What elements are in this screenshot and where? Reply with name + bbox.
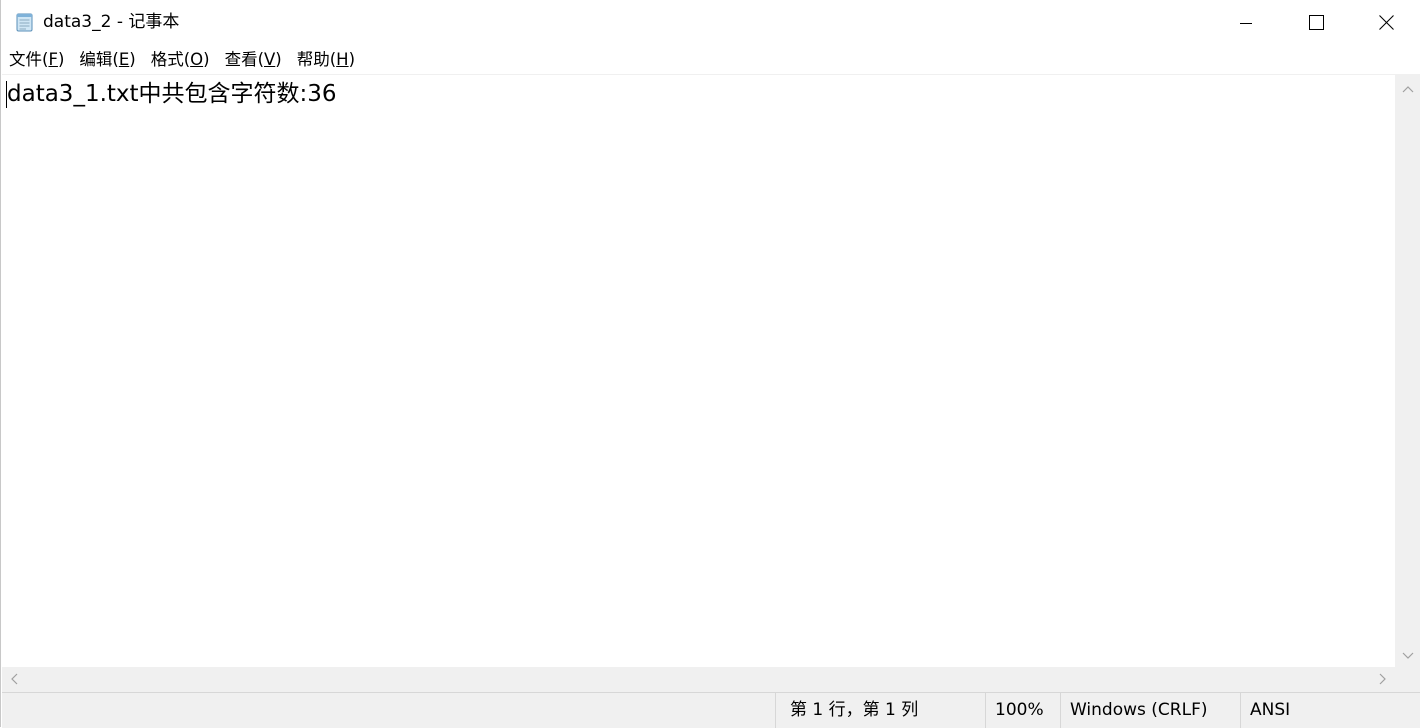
minimize-icon [1240, 17, 1252, 29]
editor-text-line[interactable]: data3_1.txt中共包含字符数:36 [7, 79, 337, 109]
scroll-down-button[interactable] [1395, 641, 1420, 667]
minimize-button[interactable] [1211, 0, 1281, 45]
window-title: data3_2 - 记事本 [43, 12, 180, 32]
menu-view[interactable]: 查看(V) [217, 46, 289, 74]
horizontal-scrollbar[interactable] [2, 667, 1395, 692]
close-button[interactable] [1351, 0, 1420, 45]
scroll-up-arrow-icon [1402, 78, 1414, 97]
menu-bar: 文件(F) 编辑(E) 格式(O) 查看(V) 帮助(H) [1, 45, 1420, 74]
vertical-scrollbar[interactable] [1395, 74, 1420, 667]
menu-file[interactable]: 文件(F) [1, 46, 71, 74]
cursor-position: 第 1 行，第 1 列 [775, 693, 985, 728]
maximize-button[interactable] [1281, 0, 1351, 45]
close-icon [1378, 15, 1394, 30]
scroll-down-arrow-icon [1402, 645, 1414, 664]
scroll-right-arrow-icon [1379, 670, 1387, 689]
encoding: ANSI [1240, 693, 1420, 728]
text-editor[interactable]: data3_1.txt中共包含字符数:36 [2, 74, 1395, 668]
maximize-icon [1308, 15, 1324, 30]
line-ending: Windows (CRLF) [1060, 693, 1240, 728]
scroll-left-arrow-icon [10, 670, 18, 689]
menu-format[interactable]: 格式(O) [143, 46, 217, 74]
status-bar: 第 1 行，第 1 列 100% Windows (CRLF) ANSI [2, 692, 1420, 728]
scroll-right-button[interactable] [1371, 667, 1395, 692]
menu-help[interactable]: 帮助(H) [289, 46, 362, 74]
title-bar[interactable]: data3_2 - 记事本 [1, 0, 1420, 45]
notepad-window: data3_2 - 记事本 文件(F) 编辑(E) 格式(O) 查看(V) 帮助… [0, 0, 1420, 728]
scroll-left-button[interactable] [2, 667, 26, 692]
notepad-icon[interactable] [14, 11, 36, 33]
menu-edit[interactable]: 编辑(E) [71, 46, 142, 74]
scrollbar-corner [1395, 667, 1420, 692]
zoom-level: 100% [985, 693, 1060, 728]
scroll-up-button[interactable] [1395, 74, 1420, 100]
